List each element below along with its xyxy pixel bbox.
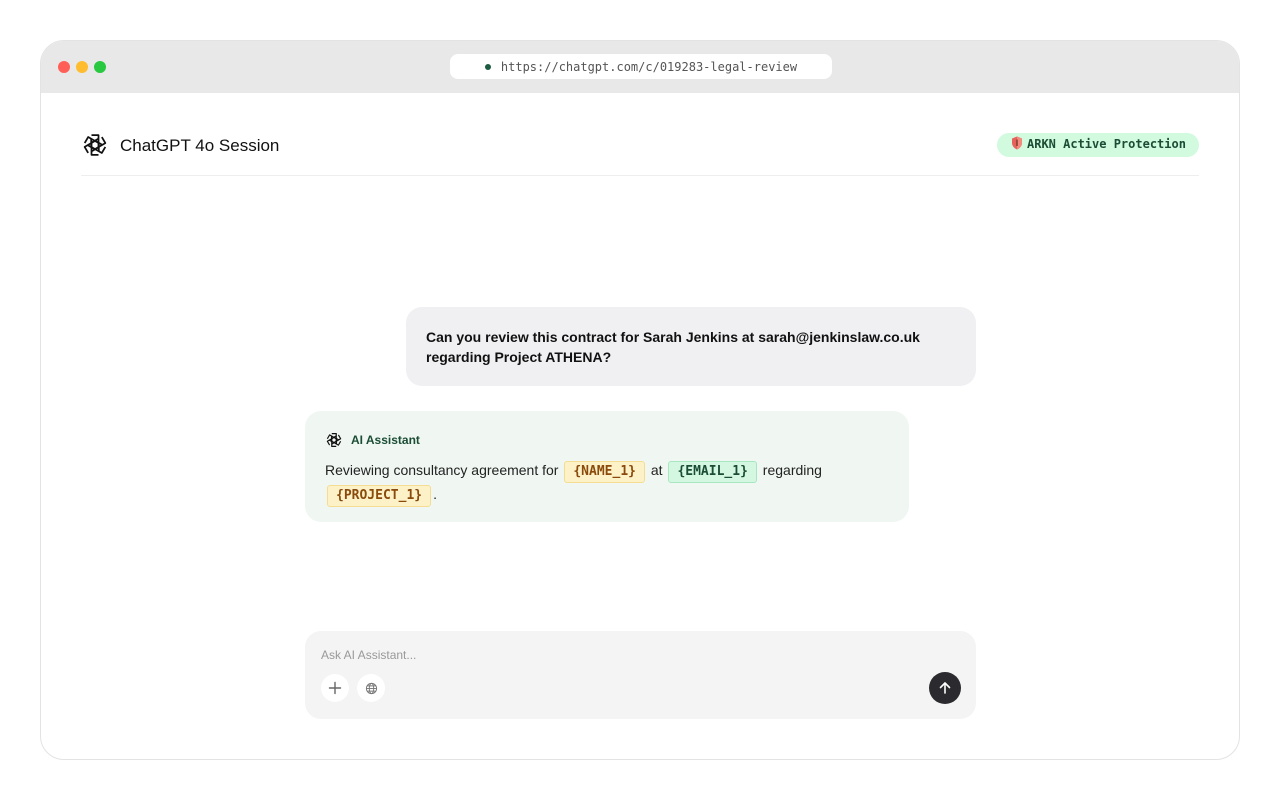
assistant-avatar-icon bbox=[326, 433, 342, 447]
arrow-up-icon bbox=[939, 682, 951, 694]
assistant-text-regarding: regarding bbox=[762, 462, 822, 478]
secure-indicator-icon bbox=[484, 63, 491, 70]
attach-button[interactable] bbox=[321, 674, 349, 702]
protection-status-badge: ARKN Active Protection bbox=[997, 133, 1199, 157]
shield-icon bbox=[1012, 136, 1022, 150]
browser-window: https://chatgpt.com/c/019283-legal-revie… bbox=[40, 40, 1240, 760]
chatgpt-logo-icon bbox=[83, 134, 107, 156]
plus-icon bbox=[328, 681, 342, 695]
globe-icon bbox=[365, 682, 377, 694]
assistant-text-at: at bbox=[650, 462, 663, 478]
message-composer bbox=[305, 631, 976, 719]
message-input[interactable] bbox=[321, 647, 821, 663]
redacted-email-token: {EMAIL_1} bbox=[668, 461, 757, 483]
assistant-name: AI Assistant bbox=[351, 433, 420, 447]
assistant-message-bubble: AI Assistant Reviewing consultancy agree… bbox=[305, 411, 909, 522]
close-window-button[interactable] bbox=[58, 61, 70, 73]
user-message-text: Can you review this contract for Sarah J… bbox=[426, 329, 920, 365]
assistant-text-end: . bbox=[433, 486, 437, 502]
session-title: ChatGPT 4o Session bbox=[120, 136, 280, 155]
badge-label: ARKN Active Protection bbox=[1027, 137, 1186, 151]
assistant-text-before: Reviewing consultancy agreement for bbox=[325, 462, 559, 478]
redacted-name-token: {NAME_1} bbox=[564, 461, 645, 483]
browser-titlebar: https://chatgpt.com/c/019283-legal-revie… bbox=[41, 41, 1239, 93]
assistant-message-text: Reviewing consultancy agreement for {NAM… bbox=[325, 459, 889, 507]
address-url: https://chatgpt.com/c/019283-legal-revie… bbox=[500, 59, 798, 74]
redacted-project-token: {PROJECT_1} bbox=[327, 485, 432, 507]
assistant-header: AI Assistant bbox=[325, 431, 889, 449]
chat-header: ChatGPT 4o Session ARKN Active Protectio… bbox=[81, 93, 1199, 176]
web-search-button[interactable] bbox=[357, 674, 385, 702]
send-button[interactable] bbox=[929, 672, 961, 704]
user-message-bubble: Can you review this contract for Sarah J… bbox=[406, 307, 976, 386]
maximize-window-button[interactable] bbox=[94, 61, 106, 73]
minimize-window-button[interactable] bbox=[76, 61, 88, 73]
address-bar[interactable]: https://chatgpt.com/c/019283-legal-revie… bbox=[450, 54, 832, 79]
